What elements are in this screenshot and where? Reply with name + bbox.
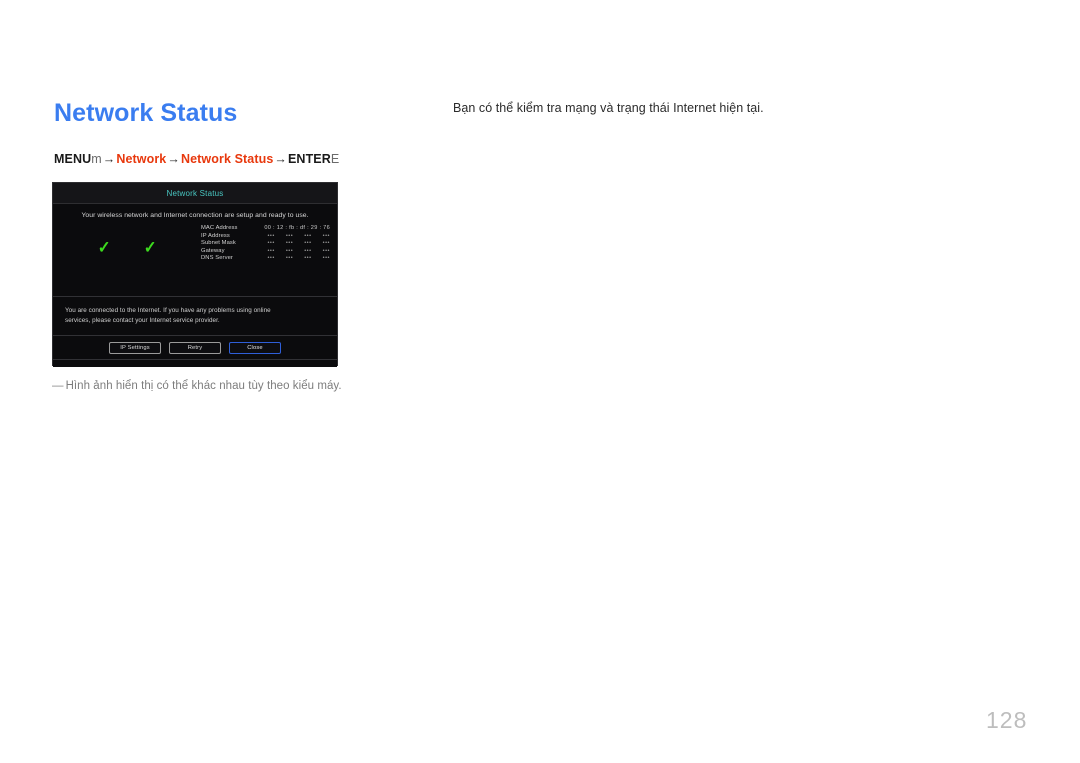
- masked-octet: •••: [322, 255, 330, 261]
- screen-status-panel: Your wireless network and Internet conne…: [53, 204, 337, 297]
- network-info-row: MAC Address 00 : 12 : fb : df : 29 : 76: [201, 225, 330, 231]
- screen-button-close[interactable]: Close: [229, 341, 281, 354]
- breadcrumb-menu-glyph-icon: m: [91, 152, 102, 166]
- screen-button-ip-settings[interactable]: IP Settings: [109, 341, 161, 354]
- masked-octet: •••: [322, 247, 330, 254]
- network-info-value: 00 : 12 : fb : df : 29 : 76: [264, 225, 330, 231]
- masked-octet: •••: [304, 247, 312, 254]
- page-title: Network Status: [54, 99, 238, 127]
- masked-octet: •••: [267, 255, 275, 261]
- breadcrumb-step-network: Network: [116, 152, 167, 166]
- masked-octet: •••: [285, 232, 294, 239]
- screen-header-bar: Network Status: [53, 183, 337, 204]
- breadcrumb-arrow-2-icon: →: [167, 152, 180, 166]
- breadcrumb: MENUm→Network→Network Status→ENTERE: [54, 152, 339, 166]
- network-info-value: ••• ••• ••• •••: [267, 255, 330, 261]
- check-mark-icon-router: ✓: [97, 238, 111, 258]
- feature-description: Bạn có thể kiểm tra mạng và trạng thái I…: [453, 101, 764, 115]
- network-info-label: Gateway: [201, 247, 225, 254]
- footnote-text: Hình ảnh hiển thị có thể khác nhau tùy t…: [65, 380, 342, 392]
- network-info-label: IP Address: [201, 232, 230, 239]
- masked-octet: •••: [285, 247, 294, 254]
- masked-octet: •••: [267, 232, 275, 239]
- network-info-row: DNS Server ••• ••• ••• •••: [201, 255, 330, 261]
- screen-button-retry[interactable]: Retry: [169, 341, 221, 354]
- check-mark-icon-internet: ✓: [143, 238, 157, 258]
- screen-button-bar: IP Settings Retry Close: [53, 336, 337, 360]
- screen-status-line: Your wireless network and Internet conne…: [81, 212, 309, 219]
- network-info-row: Subnet Mask ••• ••• ••• •••: [201, 240, 330, 246]
- network-info-label: DNS Server: [201, 255, 233, 261]
- network-info-table: MAC Address 00 : 12 : fb : df : 29 : 76 IP…: [201, 225, 337, 263]
- masked-octet: •••: [304, 255, 312, 261]
- breadcrumb-enter-label: ENTER: [288, 152, 331, 166]
- network-info-row: IP Address ••• ••• ••• •••: [201, 233, 330, 239]
- masked-octet: •••: [322, 232, 330, 239]
- network-info-row: Gateway ••• ••• ••• •••: [201, 248, 330, 254]
- network-info-value: ••• ••• ••• •••: [267, 248, 330, 254]
- masked-octet: •••: [267, 240, 275, 246]
- screen-footer-strip: [53, 360, 337, 367]
- breadcrumb-step-network-status: Network Status: [180, 152, 274, 166]
- breadcrumb-enter-glyph-icon: E: [330, 152, 340, 166]
- masked-octet: •••: [322, 240, 330, 246]
- network-info-label: Subnet Mask: [201, 240, 236, 246]
- masked-octet: •••: [285, 240, 294, 246]
- connection-check-group: ✓ ✓: [53, 225, 201, 263]
- network-info-label: MAC Address: [201, 225, 238, 231]
- masked-octet: •••: [304, 240, 312, 246]
- screen-message-line-2: services, please contact your Internet s…: [65, 316, 220, 324]
- screen-message-line-1: You are connected to the Internet. If yo…: [65, 307, 271, 314]
- masked-octet: •••: [285, 255, 294, 261]
- page-number: 128: [986, 707, 1028, 733]
- tv-screen-mockup: Network Status Your wireless network and…: [52, 182, 338, 367]
- footnote-dash-icon: ―: [52, 380, 64, 392]
- breadcrumb-arrow-1-icon: →: [102, 152, 116, 166]
- network-info-value: ••• ••• ••• •••: [267, 240, 330, 246]
- breadcrumb-menu-label: MENU: [54, 152, 92, 166]
- footnote: ― Hình ảnh hiển thị có thể khác nhau tùy …: [52, 380, 342, 392]
- masked-octet: •••: [267, 247, 275, 254]
- breadcrumb-arrow-3-icon: →: [274, 152, 287, 166]
- screen-header-title: Network Status: [166, 188, 224, 198]
- screen-message-panel: You are connected to the Internet. If yo…: [53, 297, 337, 336]
- masked-octet: •••: [304, 232, 312, 239]
- screen-status-grid: ✓ ✓ MAC Address 00 : 12 : fb : df : 29 : …: [53, 225, 337, 263]
- network-info-value: ••• ••• ••• •••: [267, 233, 330, 239]
